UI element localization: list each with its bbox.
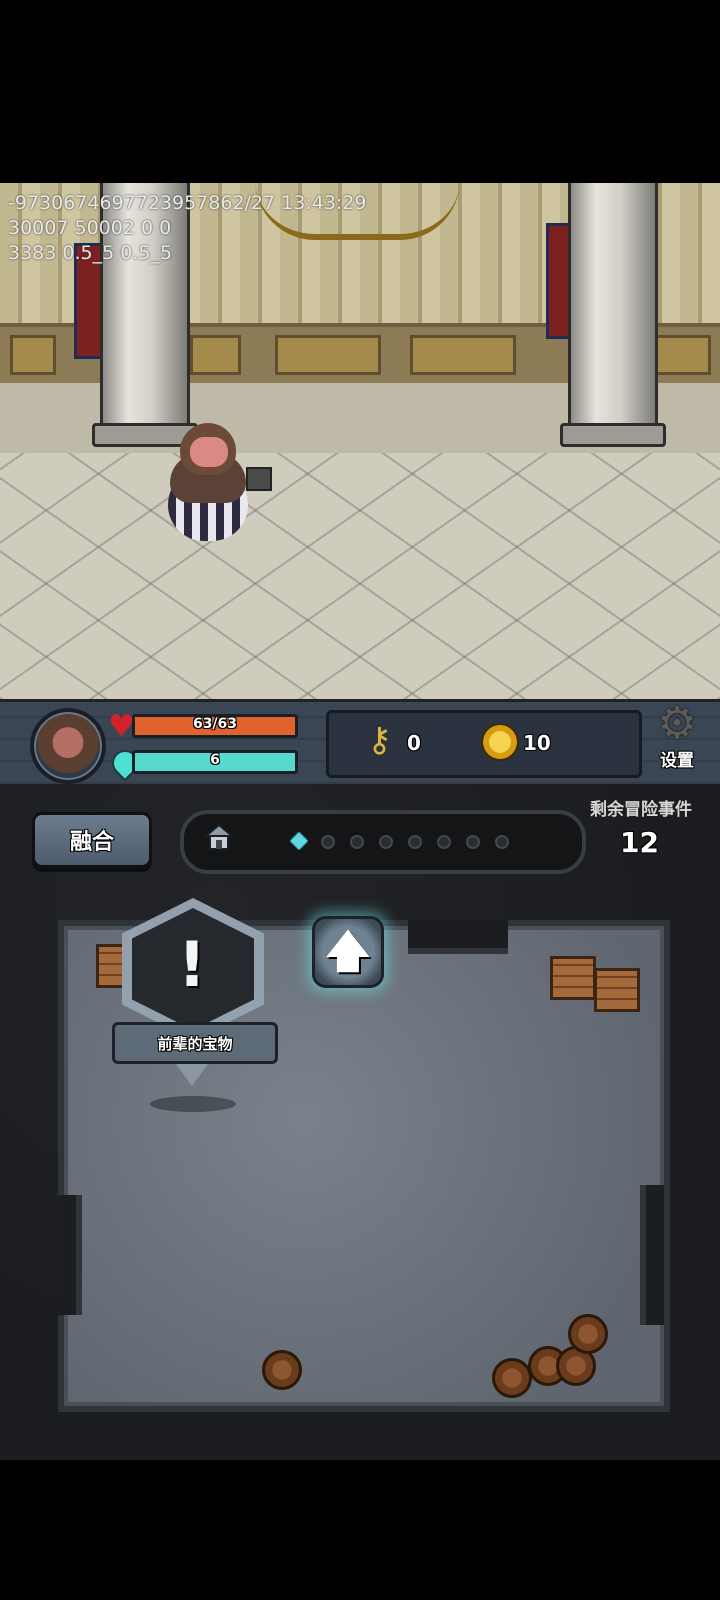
barrel: [492, 1358, 532, 1398]
merge-label: 融合: [69, 830, 114, 855]
progress-dot: [379, 835, 393, 849]
event-label-ribbon[interactable]: 前辈的宝物: [112, 1022, 278, 1064]
event-label: 前辈的宝物: [157, 1034, 233, 1053]
heart-icon: ♥: [108, 709, 135, 744]
coin-icon: [481, 723, 519, 761]
mana-bar: 6: [132, 750, 298, 774]
room-wall-notch: [640, 1185, 664, 1325]
remaining-events-count: 12: [620, 826, 659, 859]
remaining-events-label: 剩余冒险事件: [590, 800, 692, 820]
wall-panel: [655, 335, 711, 375]
progress-dot: [408, 835, 422, 849]
move-up-button[interactable]: 🡅: [312, 916, 384, 988]
coin-count: 10: [523, 731, 551, 755]
wall-panel: [275, 335, 381, 375]
hammer-weapon: [246, 467, 272, 491]
hero-avatar[interactable]: [30, 708, 106, 784]
wall-panel: [190, 335, 241, 375]
debug-line-1: -9730674697723957862/27 13:43:29: [8, 192, 367, 214]
stone-pillar: [568, 183, 658, 443]
room-wall-notch: [58, 1195, 82, 1315]
room-wall-notch: [408, 920, 508, 954]
debug-line-3: 3383 0.5_5 0.5_5: [8, 242, 173, 264]
wooden-crate: [594, 968, 640, 1012]
resource-panel: ⚷ 0 10: [326, 710, 642, 778]
checkered-floor: [0, 453, 720, 699]
hero-face: [190, 437, 228, 467]
wall-panel: [10, 335, 56, 375]
key-icon: ⚷: [367, 720, 392, 760]
progress-dot: [437, 835, 451, 849]
exclamation-icon: !: [177, 928, 207, 1001]
progress-dot: [495, 835, 509, 849]
progress-dot: [350, 835, 364, 849]
event-shadow: [150, 1096, 236, 1112]
hp-bar: 63/63: [132, 714, 298, 738]
status-hud: ♥ 63/63 6 ⚷ 0 10 ⚙ 设置: [0, 699, 720, 787]
barrel: [568, 1314, 608, 1354]
arrow-up-icon: 🡅: [325, 926, 371, 977]
wall-panel: [410, 335, 516, 375]
gear-icon: ⚙: [657, 698, 697, 749]
home-icon: [204, 823, 234, 850]
progress-dot: [466, 835, 480, 849]
settings-label: 设置: [660, 751, 694, 771]
barrel: [262, 1350, 302, 1390]
hero-character: [160, 423, 272, 553]
settings-button[interactable]: ⚙ 设置: [646, 702, 708, 780]
progress-dot: [321, 835, 335, 849]
wooden-crate: [550, 956, 596, 1000]
key-count: 0: [407, 731, 421, 755]
hp-text: 63/63: [192, 716, 238, 732]
merge-button[interactable]: 融合: [32, 812, 152, 868]
mana-text: 6: [210, 752, 220, 768]
pillar-base: [560, 423, 666, 447]
debug-line-2: 30007 50002 0 0: [8, 217, 172, 239]
